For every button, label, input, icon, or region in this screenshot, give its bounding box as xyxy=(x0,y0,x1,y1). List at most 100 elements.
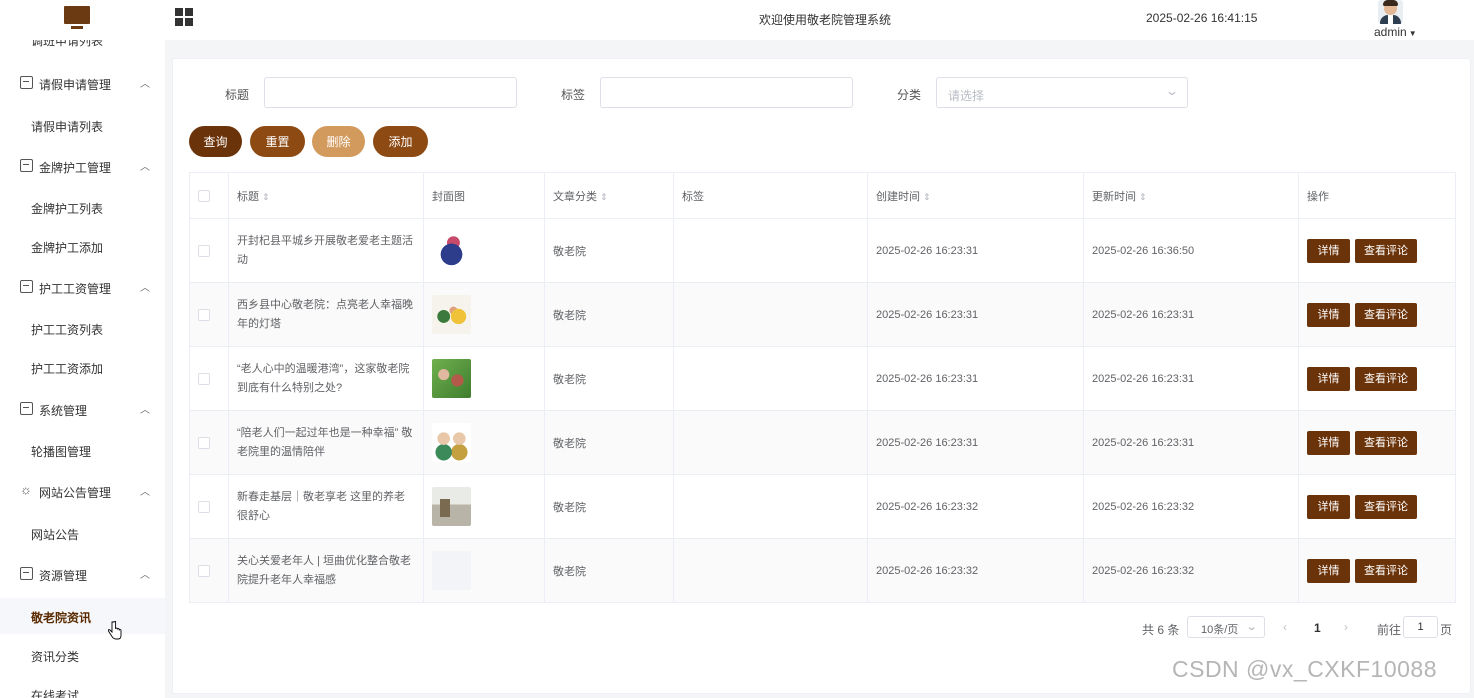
sidebar-item-news[interactable]: 敬老院资讯 xyxy=(0,598,165,634)
row-checkbox[interactable] xyxy=(198,308,210,321)
prev-page-button[interactable]: ‹ xyxy=(1283,620,1287,634)
select-all-checkbox[interactable] xyxy=(198,189,210,202)
caret-down-icon: ▼ xyxy=(1408,29,1417,38)
sidebar-item-wage-add[interactable]: 护工工资添加 xyxy=(0,349,165,385)
sidebar-item-gold-nurse-add[interactable]: 金牌护工添加 xyxy=(0,228,165,264)
table-row: “老人心中的温暖港湾”，这家敬老院到底有什么特别之处? 敬老院 2025-02-… xyxy=(189,346,1456,411)
sidebar-item-label: 轮播图管理 xyxy=(31,445,92,459)
sidebar-item-label: 护工工资列表 xyxy=(31,323,104,337)
form-icon xyxy=(20,159,33,172)
sidebar-item-label: 护工工资添加 xyxy=(31,362,104,376)
row-checkbox[interactable] xyxy=(198,244,210,257)
sort-icon: ⇕ xyxy=(1139,191,1147,202)
tag-input[interactable] xyxy=(600,77,853,108)
detail-button[interactable]: 详情 xyxy=(1307,366,1350,391)
view-comments-button[interactable]: 查看评论 xyxy=(1355,302,1417,327)
view-comments-button[interactable]: 查看评论 xyxy=(1355,430,1417,455)
table-row: 开封杞县平城乡开展敬老爱老主题活动 敬老院 2025-02-26 16:23:3… xyxy=(189,218,1456,283)
sidebar-group-resource[interactable]: 资源管理 ︿ xyxy=(0,557,165,591)
news-table: 标题 ⇕ 封面图 文章分类 ⇕ 标签 创建时间 ⇕ 更新时间 ⇕ 操作 开封杞县平城乡开… xyxy=(189,172,1456,603)
row-category: 敬老院 xyxy=(544,474,674,539)
site-title: 欢迎使用敬老院管理系统 xyxy=(758,13,891,27)
sidebar-group-leave[interactable]: 请假申请管理 ︿ xyxy=(0,66,165,100)
cover-image xyxy=(432,231,471,270)
sidebar-group-nurse-wage[interactable]: 护工工资管理 ︿ xyxy=(0,270,165,304)
sidebar-group-label: 护工工资管理 xyxy=(39,282,112,296)
sidebar-item-notice[interactable]: 网站公告 xyxy=(0,515,165,551)
title-input[interactable] xyxy=(264,77,517,108)
chevron-up-icon: ︿ xyxy=(140,79,150,90)
col-header-updated[interactable]: 更新时间 ⇕ xyxy=(1083,172,1299,219)
sort-icon: ⇕ xyxy=(600,191,608,202)
page-size-select[interactable]: 10条/页 ⌄ xyxy=(1187,616,1265,638)
view-comments-button[interactable]: 查看评论 xyxy=(1355,558,1417,583)
sidebar-item-online-exam[interactable]: 在线考试 xyxy=(0,676,165,698)
reset-button[interactable]: 重置 xyxy=(250,126,305,157)
grid-icon[interactable] xyxy=(175,8,193,26)
sidebar-group-label: 金牌护工管理 xyxy=(39,161,112,175)
view-comments-button[interactable]: 查看评论 xyxy=(1355,238,1417,263)
view-comments-button[interactable]: 查看评论 xyxy=(1355,494,1417,519)
sidebar-item-partial[interactable]: 调班申请列表 xyxy=(31,40,103,49)
col-header-created[interactable]: 创建时间 ⇕ xyxy=(867,172,1084,219)
row-created: 2025-02-26 16:23:31 xyxy=(867,282,1084,347)
row-updated: 2025-02-26 16:23:31 xyxy=(1083,410,1299,475)
col-header-cover: 封面图 xyxy=(423,172,545,219)
sort-icon: ⇕ xyxy=(923,191,931,202)
tag-filter-label: 标签 xyxy=(561,88,586,102)
row-checkbox[interactable] xyxy=(198,500,210,513)
category-placeholder: 请选择 xyxy=(948,89,985,103)
top-header: 欢迎使用敬老院管理系统 2025-02-26 16:41:15 admin ▼ xyxy=(0,0,1474,40)
user-name-label: admin xyxy=(1374,25,1407,39)
chevron-up-icon: ︿ xyxy=(140,487,150,498)
sidebar-group-system[interactable]: 系统管理 ︿ xyxy=(0,392,165,426)
detail-button[interactable]: 详情 xyxy=(1307,558,1350,583)
sidebar-item-wage-list[interactable]: 护工工资列表 xyxy=(0,310,165,346)
hand-cursor-icon xyxy=(108,621,122,640)
avatar[interactable] xyxy=(1378,0,1403,24)
col-header-category[interactable]: 文章分类 ⇕ xyxy=(544,172,674,219)
sidebar-group-notice[interactable]: ☼ 网站公告管理 ︿ xyxy=(0,474,165,508)
next-page-button[interactable]: › xyxy=(1344,620,1348,634)
add-button[interactable]: 添加 xyxy=(373,126,428,157)
sort-icon: ⇕ xyxy=(262,191,270,202)
detail-button[interactable]: 详情 xyxy=(1307,494,1350,519)
pagination-total: 共 6 条 xyxy=(1142,623,1180,637)
page-size-value: 10条/页 xyxy=(1201,624,1239,636)
view-comments-button[interactable]: 查看评论 xyxy=(1355,366,1417,391)
chevron-up-icon: ︿ xyxy=(140,405,150,416)
sidebar-item-label: 资讯分类 xyxy=(31,650,80,664)
category-filter-label: 分类 xyxy=(897,88,922,102)
row-updated: 2025-02-26 16:23:32 xyxy=(1083,474,1299,539)
title-filter-label: 标题 xyxy=(225,88,250,102)
sidebar-item-gold-nurse-list[interactable]: 金牌护工列表 xyxy=(0,189,165,225)
sidebar-item-leave-list[interactable]: 请假申请列表 xyxy=(0,107,165,143)
col-header-title[interactable]: 标题 ⇕ xyxy=(228,172,424,219)
sidebar-group-gold-nurse[interactable]: 金牌护工管理 ︿ xyxy=(0,149,165,183)
row-created: 2025-02-26 16:23:31 xyxy=(867,346,1084,411)
row-checkbox[interactable] xyxy=(198,564,210,577)
goto-page-input[interactable] xyxy=(1403,616,1438,638)
row-title: 开封杞县平城乡开展敬老爱老主题活动 xyxy=(228,218,424,283)
cover-image xyxy=(432,487,471,526)
category-select[interactable]: 请选择 ⌄ xyxy=(936,77,1188,108)
cover-image xyxy=(432,423,471,462)
form-icon xyxy=(20,76,33,89)
detail-button[interactable]: 详情 xyxy=(1307,238,1350,263)
row-checkbox[interactable] xyxy=(198,436,210,449)
row-title: “老人心中的温暖港湾”，这家敬老院到底有什么特别之处? xyxy=(228,346,424,411)
user-menu[interactable]: admin ▼ xyxy=(1374,25,1417,39)
page-number-current[interactable]: 1 xyxy=(1314,621,1321,635)
chevron-up-icon: ︿ xyxy=(140,570,150,581)
query-button[interactable]: 查询 xyxy=(189,126,242,157)
row-updated: 2025-02-26 16:23:32 xyxy=(1083,538,1299,603)
detail-button[interactable]: 详情 xyxy=(1307,302,1350,327)
row-tag xyxy=(673,538,868,603)
delete-button[interactable]: 删除 xyxy=(312,126,365,157)
form-icon xyxy=(20,280,33,293)
sidebar-item-carousel[interactable]: 轮播图管理 xyxy=(0,432,165,468)
row-updated: 2025-02-26 16:23:31 xyxy=(1083,346,1299,411)
detail-button[interactable]: 详情 xyxy=(1307,430,1350,455)
sidebar-item-news-category[interactable]: 资讯分类 xyxy=(0,637,165,673)
row-checkbox[interactable] xyxy=(198,372,210,385)
